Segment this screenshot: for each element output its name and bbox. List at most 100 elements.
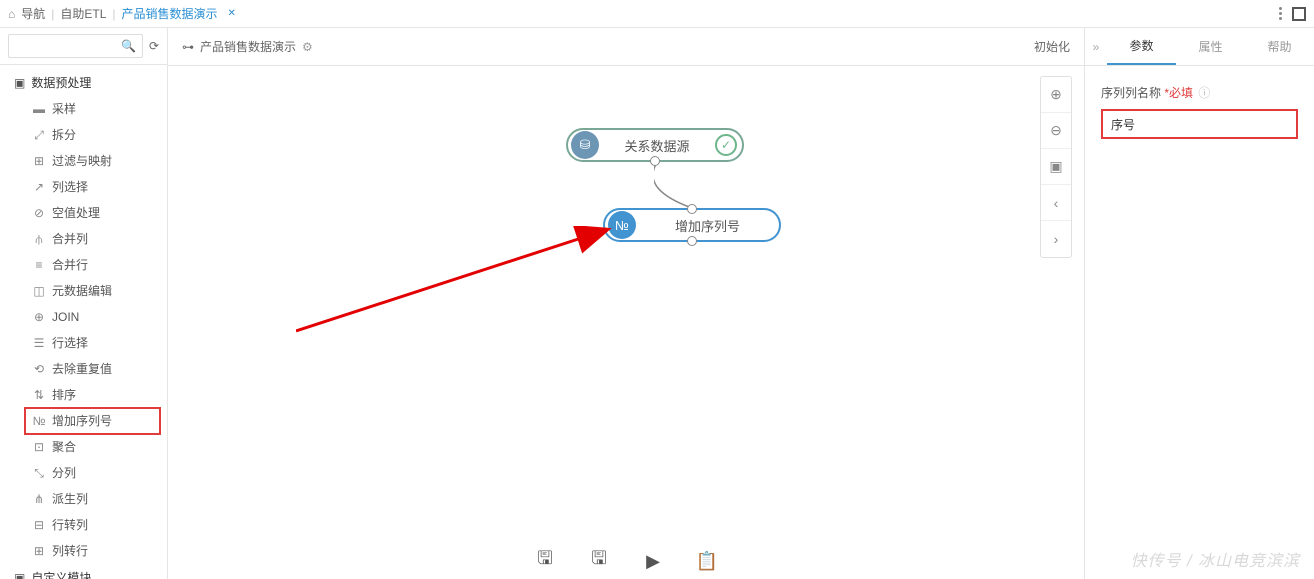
folder-icon: ▣: [14, 76, 25, 90]
item-icon: ↗: [32, 179, 46, 195]
item-icon: ◫: [32, 283, 46, 299]
tree-category-custom[interactable]: ▣ 自定义模块: [0, 564, 167, 579]
tree-item-label: 列转行: [52, 543, 88, 559]
zoom-in-icon[interactable]: ⊕: [1041, 77, 1071, 113]
tree-item-label: 行选择: [52, 335, 88, 351]
tree-item-label: 采样: [52, 101, 76, 117]
info-icon[interactable]: ⓘ: [1198, 86, 1210, 100]
tree-item[interactable]: ⤡分列: [0, 460, 167, 486]
tree-item-label: 派生列: [52, 491, 88, 507]
check-icon: ✓: [715, 134, 737, 156]
chevron-right-icon[interactable]: ›: [1041, 221, 1071, 257]
current-tab[interactable]: 产品销售数据演示: [122, 5, 218, 22]
item-icon: ▬: [32, 101, 46, 117]
bottom-toolbar: 🖫 🖫 ▶ 📋: [533, 549, 719, 573]
tree-item[interactable]: ⇅排序: [0, 382, 167, 408]
tree-item-label: 排序: [52, 387, 76, 403]
tree-item-label: 列选择: [52, 179, 88, 195]
item-icon: ⊕: [32, 309, 46, 325]
input-port[interactable]: [687, 204, 697, 214]
datasource-icon: ⛁: [571, 131, 599, 159]
tree-item-label: 合并行: [52, 257, 88, 273]
tree-item[interactable]: № 增加序列号: [24, 407, 161, 435]
tree-item[interactable]: ◫ 元数据编辑: [0, 278, 167, 304]
item-icon: ⤢: [32, 127, 46, 143]
tree-item[interactable]: ☰行选择: [0, 330, 167, 356]
tree-item[interactable]: ⊟ 行转列: [0, 512, 167, 538]
node-add-sequence[interactable]: № 增加序列号: [603, 208, 781, 242]
clipboard-icon[interactable]: 📋: [695, 549, 719, 573]
output-port[interactable]: [650, 156, 660, 166]
tree-category-preprocess[interactable]: ▣ 数据预处理: [0, 69, 167, 96]
item-icon: №: [32, 413, 46, 429]
more-icon[interactable]: [1279, 7, 1282, 20]
tree-item[interactable]: ⊕JOIN: [0, 304, 167, 330]
init-button[interactable]: 初始化: [1034, 38, 1070, 55]
save-icon[interactable]: 🖫: [533, 549, 557, 573]
node-datasource[interactable]: ⛁ 关系数据源 ✓: [566, 128, 744, 162]
tab-help[interactable]: 帮助: [1245, 28, 1314, 65]
tree-item-label: 空值处理: [52, 205, 100, 221]
output-port[interactable]: [687, 236, 697, 246]
tree-category-label: 自定义模块: [31, 569, 91, 579]
tree-item-label: 行转列: [52, 517, 88, 533]
connector-line: [654, 162, 704, 212]
folder-icon: ▣: [14, 571, 25, 579]
item-icon: ⫛: [32, 231, 46, 247]
tree-item[interactable]: ▬ 采样: [0, 96, 167, 122]
tree-item-label: 去除重复值: [52, 361, 112, 377]
item-icon: ⊞: [32, 153, 46, 169]
item-icon: ⊞: [32, 543, 46, 559]
right-panel: » 参数 属性 帮助 序列列名称 *必填 ⓘ: [1084, 28, 1314, 579]
run-icon[interactable]: ▶: [641, 549, 665, 573]
tree-item[interactable]: ≡ 合并行: [0, 252, 167, 278]
tree-item[interactable]: ⤢ 拆分: [0, 122, 167, 148]
canvas-title: 产品销售数据演示: [200, 38, 296, 55]
tab-params[interactable]: 参数: [1107, 28, 1176, 65]
maximize-icon[interactable]: [1292, 7, 1306, 21]
nav-link[interactable]: 导航: [21, 5, 45, 22]
item-icon: ⊘: [32, 205, 46, 221]
home-icon[interactable]: ⌂: [8, 7, 15, 21]
tree-item-label: 过滤与映射: [52, 153, 112, 169]
tree-item-label: 拆分: [52, 127, 76, 143]
tree-item[interactable]: ⊡聚合: [0, 434, 167, 460]
tree-item[interactable]: ⊞ 过滤与映射: [0, 148, 167, 174]
flow-icon: ⊶: [182, 40, 194, 54]
item-icon: ⋔: [32, 491, 46, 507]
tree-item-label: 增加序列号: [52, 413, 112, 429]
save-as-icon[interactable]: 🖫: [587, 549, 611, 573]
sequence-icon: №: [608, 211, 636, 239]
canvas[interactable]: ⛁ 关系数据源 ✓ № 增加序列号 ⊕ ⊖ ▣: [168, 66, 1084, 579]
item-icon: ⊟: [32, 517, 46, 533]
fit-icon[interactable]: ▣: [1041, 149, 1071, 185]
tree-item[interactable]: ⊞ 列转行: [0, 538, 167, 564]
collapse-icon[interactable]: »: [1085, 40, 1107, 54]
refresh-icon[interactable]: ⟳: [149, 39, 159, 53]
close-tab-icon[interactable]: ✕: [228, 8, 236, 19]
search-input[interactable]: 🔍: [8, 34, 143, 58]
sidebar: 🔍 ⟳ ▣ 数据预处理 ▬ 采样 ⤢ 拆分 ⊞ 过滤与映射 ↗ 列选择 ⊘ 空值处理 ⫛合并列 ≡ 合并…: [0, 28, 168, 579]
item-icon: ⊡: [32, 439, 46, 455]
tree-item[interactable]: ⊘ 空值处理: [0, 200, 167, 226]
breadcrumb: ⌂ 导航 | 自助ETL | 产品销售数据演示 ✕: [8, 5, 236, 22]
zoom-toolbar: ⊕ ⊖ ▣ ‹ ›: [1040, 76, 1072, 258]
zoom-out-icon[interactable]: ⊖: [1041, 113, 1071, 149]
tree: ▣ 数据预处理 ▬ 采样 ⤢ 拆分 ⊞ 过滤与映射 ↗ 列选择 ⊘ 空值处理 ⫛合并列 ≡ 合并行 ◫ 元数…: [0, 65, 167, 579]
search-icon: 🔍: [121, 39, 136, 53]
field-label: 序列列名称 *必填 ⓘ: [1101, 84, 1298, 101]
item-icon: ⟲: [32, 361, 46, 377]
sequence-name-input[interactable]: [1101, 109, 1298, 139]
tree-item[interactable]: ↗ 列选择: [0, 174, 167, 200]
gear-icon[interactable]: ⚙: [302, 40, 313, 54]
node-label: 关系数据源: [599, 136, 715, 155]
etl-link[interactable]: 自助ETL: [60, 5, 106, 22]
node-label: 增加序列号: [636, 216, 779, 235]
tree-item[interactable]: ⟲ 去除重复值: [0, 356, 167, 382]
tab-props[interactable]: 属性: [1176, 28, 1245, 65]
item-icon: ≡: [32, 257, 46, 273]
chevron-left-icon[interactable]: ‹: [1041, 185, 1071, 221]
tree-item[interactable]: ⋔ 派生列: [0, 486, 167, 512]
tree-item-label: 元数据编辑: [52, 283, 112, 299]
tree-item[interactable]: ⫛合并列: [0, 226, 167, 252]
